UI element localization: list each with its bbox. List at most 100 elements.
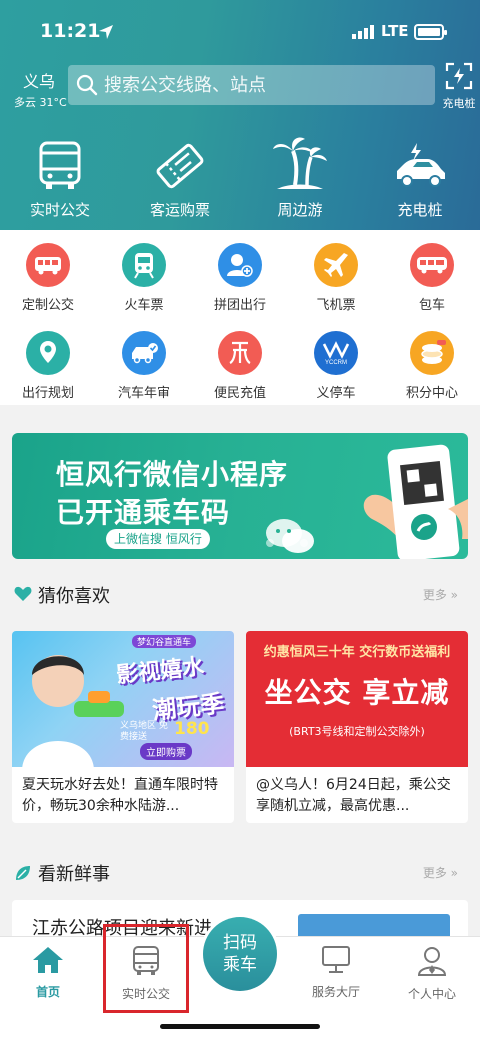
network-label: LTE — [381, 22, 409, 40]
carousel-dots — [266, 539, 308, 547]
charge-label: 充电桩 — [442, 97, 476, 110]
recharge-icon — [218, 331, 262, 375]
nav-label: 客运购票 — [149, 201, 210, 219]
search-icon — [76, 74, 98, 96]
tab-realtime-bus[interactable]: 实时公交 — [98, 945, 194, 1002]
banner-line2: 已开通乘车码 — [56, 496, 231, 529]
city-weather[interactable]: 义乌 多云 31°C — [14, 68, 67, 110]
promo-banner[interactable]: 恒风行微信小程序 已开通乘车码 上微信搜 恒风行 — [12, 433, 468, 559]
airplane-icon — [314, 243, 358, 287]
news-section-header: 看新鲜事 更多 » — [0, 858, 480, 888]
wechat-icon — [266, 519, 314, 553]
scan-ride-label: 扫码乘车 — [203, 917, 277, 991]
tab-home[interactable]: 首页 — [0, 945, 96, 1000]
service-label: 飞机票 — [316, 298, 356, 313]
user-icon — [417, 947, 447, 976]
card-image-title1: 影视嬉水 — [115, 654, 206, 689]
scan-ride-button[interactable]: 扫码乘车 — [200, 914, 280, 994]
battery-icon — [414, 24, 447, 40]
card-image-note: (BRT3号线和定制公交除外) — [289, 725, 425, 738]
service-parking[interactable]: YCCRM 义停车 — [288, 331, 384, 401]
recommend-card[interactable]: 约惠恒风三十年 交行数币送福利 坐公交 享立减 (BRT3号线和定制公交除外) … — [246, 631, 468, 823]
nav-nearby-travel[interactable]: 周边游 — [240, 135, 360, 220]
service-label: 火车票 — [124, 298, 164, 313]
service-label: 定制公交 — [21, 298, 74, 313]
more-link[interactable]: 更多 » — [423, 586, 458, 603]
service-train-ticket[interactable]: 火车票 — [96, 243, 192, 313]
electric-car-icon — [397, 143, 445, 187]
charge-scan-button[interactable]: 充电桩 — [439, 62, 479, 111]
service-label: 包车 — [418, 298, 445, 313]
banner-line1: 恒风行微信小程序 — [56, 458, 289, 491]
card-image-tag: 梦幻谷直通车 — [132, 635, 197, 648]
section-title: 看新鲜事 — [38, 864, 110, 885]
tab-profile[interactable]: 个人中心 — [384, 945, 480, 1002]
tab-label: 个人中心 — [407, 987, 456, 1001]
section-title: 猜你喜欢 — [38, 586, 110, 607]
search-bar[interactable] — [68, 65, 435, 105]
service-route-plan[interactable]: 出行规划 — [0, 331, 96, 401]
leaf-icon — [16, 866, 30, 880]
nav-ticketing[interactable]: 客运购票 — [120, 135, 240, 220]
bus-icon — [133, 946, 159, 975]
car-inspection-icon — [122, 331, 166, 375]
services-row: 出行规划 汽车年审 便民充值 YCCRM 义停车 积分中心 — [0, 331, 480, 401]
tab-service-hall[interactable]: 服务大厅 — [288, 945, 384, 1000]
home-indicator — [160, 1024, 320, 1029]
tab-label: 服务大厅 — [311, 985, 360, 999]
service-car-inspection[interactable]: 汽车年审 — [96, 331, 192, 401]
scan-charge-icon — [445, 62, 473, 90]
status-time: 11:21 — [40, 20, 101, 42]
tab-label: 首页 — [35, 985, 60, 999]
nav-label: 周边游 — [277, 201, 323, 219]
services-row: 定制公交 火车票 拼团出行 飞机票 包车 — [0, 243, 480, 313]
person-illustration — [22, 655, 124, 767]
route-plan-icon — [26, 331, 70, 375]
home-icon — [33, 947, 63, 973]
card-image-area: 义乌地区 免费接送 — [120, 721, 168, 742]
scan-ride-text: 扫码乘车 — [223, 933, 257, 975]
service-label: 便民充值 — [213, 386, 266, 401]
service-points-center[interactable]: 积分中心 — [384, 331, 480, 401]
svg-text:YCCRM: YCCRM — [325, 360, 347, 366]
service-label: 拼团出行 — [213, 298, 266, 313]
tab-label: 实时公交 — [121, 987, 170, 1001]
service-custom-bus[interactable]: 定制公交 — [0, 243, 96, 313]
palm-tree-icon — [273, 137, 327, 189]
services-grid: 定制公交 火车票 拼团出行 飞机票 包车 出行规划 汽车年审 便民充值 YCCR… — [0, 230, 480, 405]
card-image: 梦幻谷直通车 影视嬉水 潮玩季 义乌地区 免费接送 180 立即购票 — [12, 631, 234, 767]
recommend-card[interactable]: 梦幻谷直通车 影视嬉水 潮玩季 义乌地区 免费接送 180 立即购票 夏天玩水好… — [12, 631, 234, 823]
parking-icon: YCCRM — [314, 331, 358, 375]
city-name: 义乌 — [22, 72, 55, 91]
location-arrow-icon — [99, 25, 113, 39]
heart-icon — [14, 586, 32, 601]
card-image-sub: 约惠恒风三十年 交行数币送福利 — [263, 645, 451, 660]
phone-qr-icon — [363, 444, 468, 559]
service-charter[interactable]: 包车 — [384, 243, 480, 313]
service-label: 义停车 — [316, 386, 356, 401]
header: 11:21 LTE 义乌 多云 31°C 充电桩 — [0, 0, 480, 230]
more-link[interactable]: 更多 » — [423, 864, 458, 881]
service-label: 出行规划 — [21, 386, 74, 401]
group-travel-icon — [218, 243, 262, 287]
nav-label: 充电桩 — [397, 201, 443, 219]
service-recharge[interactable]: 便民充值 — [192, 331, 288, 401]
nav-realtime-bus[interactable]: 实时公交 — [0, 135, 120, 220]
service-group-travel[interactable]: 拼团出行 — [192, 243, 288, 313]
card-image-price: 180 — [174, 719, 210, 739]
nav-label: 实时公交 — [29, 201, 90, 219]
service-flight-ticket[interactable]: 飞机票 — [288, 243, 384, 313]
card-image: 约惠恒风三十年 交行数币送福利 坐公交 享立减 (BRT3号线和定制公交除外) — [246, 631, 468, 767]
search-input[interactable] — [104, 74, 404, 96]
guess-section-header: 猜你喜欢 更多 » — [0, 580, 480, 610]
weather-text: 多云 31°C — [14, 96, 67, 109]
nav-charging[interactable]: 充电桩 — [360, 135, 480, 220]
main-nav: 实时公交 客运购票 周边游 充电桩 — [0, 135, 480, 220]
bus-icon — [39, 141, 81, 189]
train-icon — [122, 243, 166, 287]
points-coin-icon — [410, 331, 454, 375]
service-label: 积分中心 — [405, 386, 458, 401]
status-bar: 11:21 LTE — [0, 16, 480, 50]
ticket-icon — [156, 143, 204, 189]
card-image-big: 坐公交 享立减 — [264, 676, 450, 709]
